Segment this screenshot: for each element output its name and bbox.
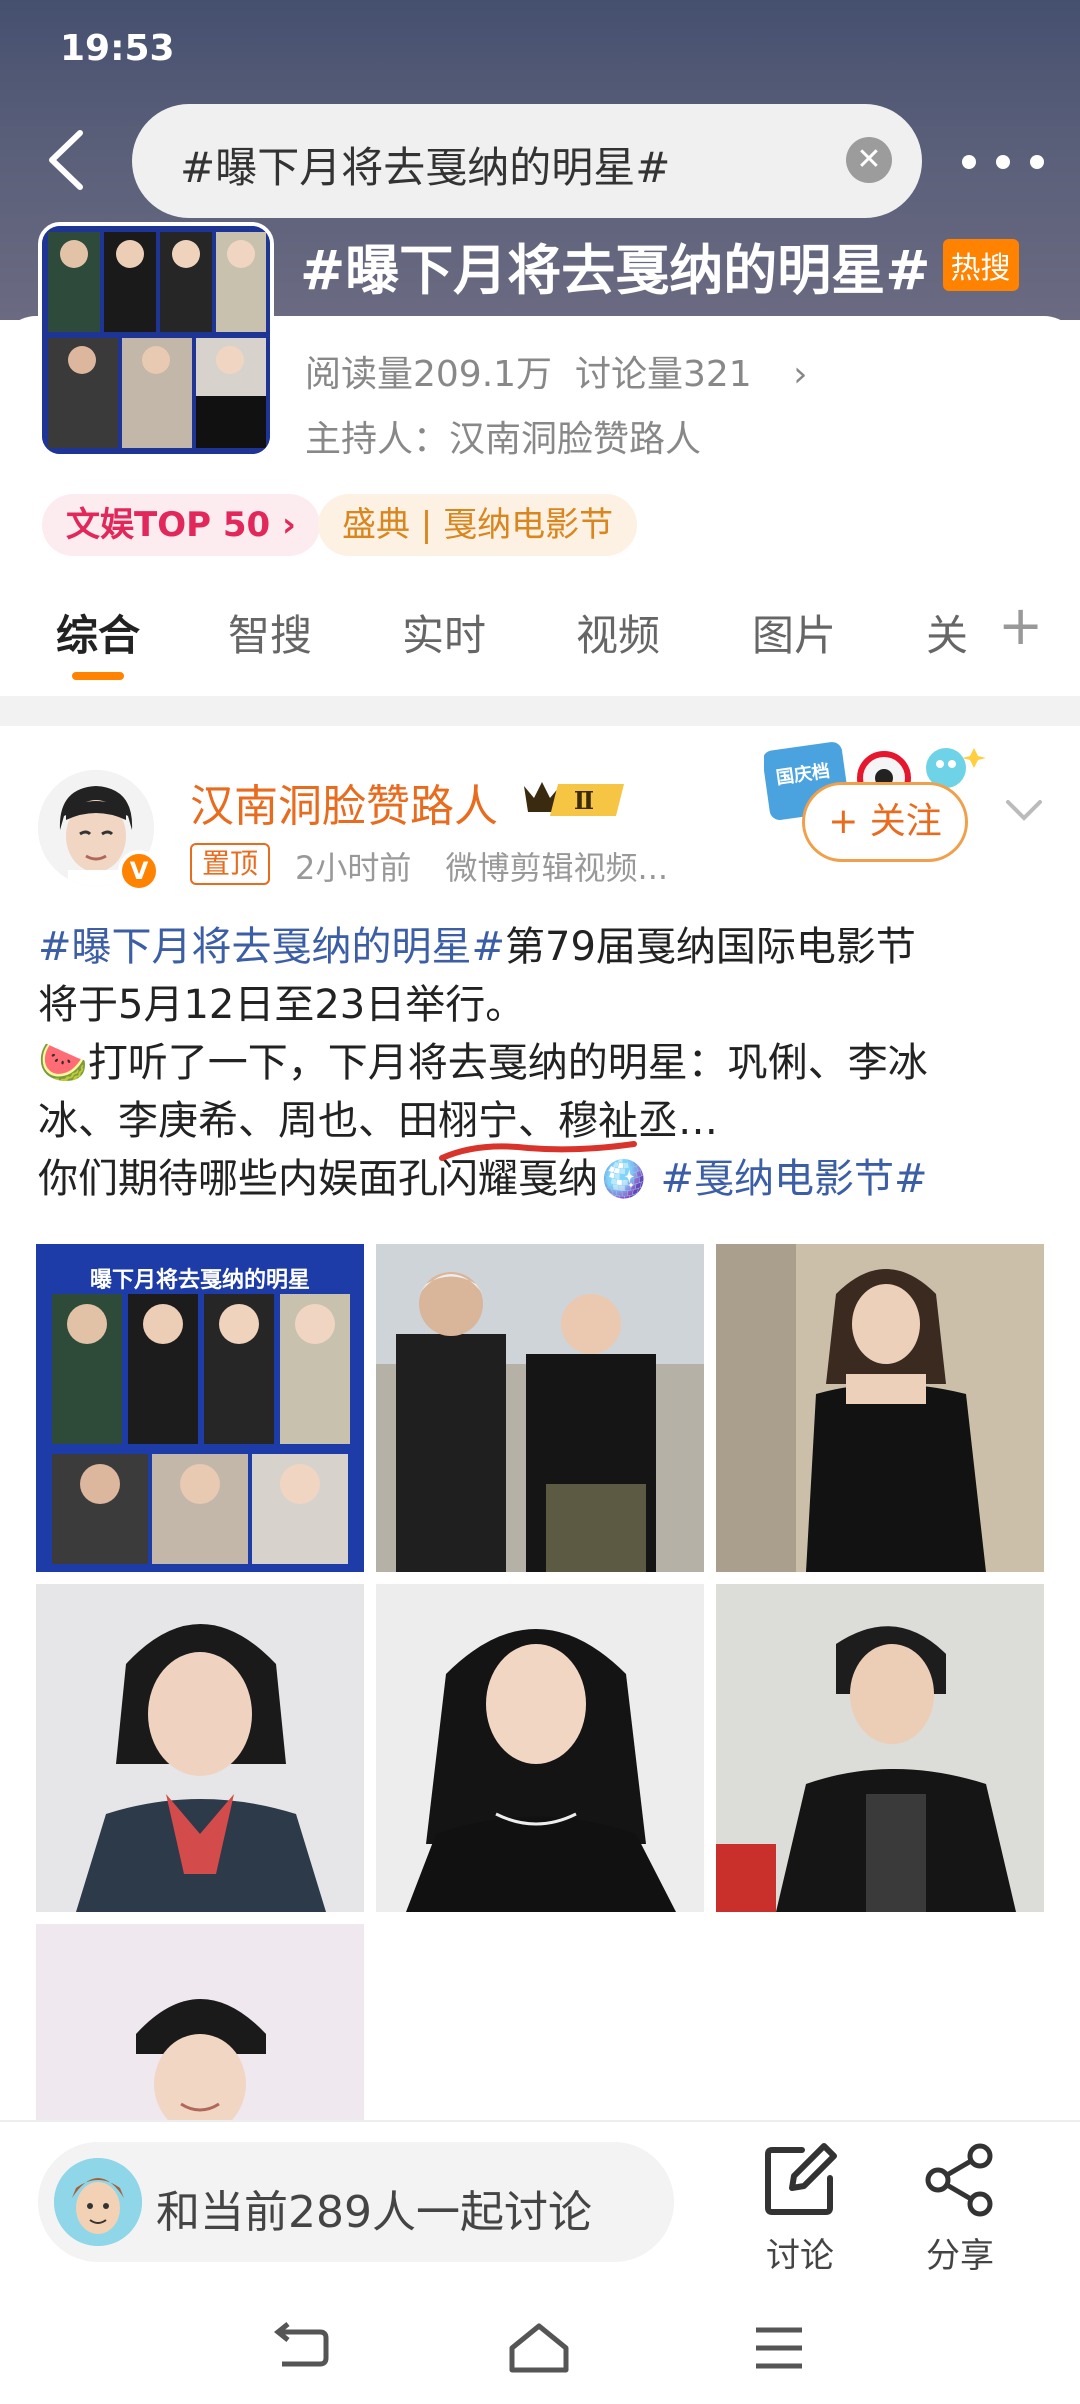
nav-home-button[interactable] (504, 2320, 574, 2376)
post-text-line: 🍉打听了一下，下月将去戛纳的明星：巩俐、李冰 (38, 1040, 928, 1086)
red-underline-scribble (439, 1141, 637, 1161)
discuss-button[interactable]: 讨论 (740, 2142, 860, 2277)
post-image-1[interactable]: 曝下月将去戛纳的明星 (36, 1244, 364, 1572)
tag-entertainment-top50[interactable]: 文娱TOP 50 › (42, 494, 321, 556)
verified-badge-icon: V (118, 850, 160, 892)
topic-stats[interactable]: 阅读量209.1万 讨论量321 › (305, 345, 808, 397)
clear-search-button[interactable]: ✕ (846, 137, 892, 183)
chevron-right-icon: › (793, 354, 808, 395)
post-image-4[interactable] (36, 1584, 364, 1912)
photo-portrait-short-hair-icon (36, 1584, 364, 1912)
edit-icon (765, 2143, 837, 2215)
svg-text:Ⅱ: Ⅱ (574, 786, 594, 815)
tab-smart-search[interactable]: 智搜 (228, 602, 312, 663)
photo-portrait-long-hair-icon (376, 1584, 704, 1912)
share-button[interactable]: 分享 (900, 2142, 1020, 2277)
post-image-2[interactable] (376, 1244, 704, 1572)
post-image-3[interactable] (716, 1244, 1044, 1572)
bottom-action-bar: 和当前289人一起讨论 讨论 分享 (0, 2120, 1080, 2290)
tab-realtime[interactable]: 实时 (402, 602, 486, 663)
tab-images[interactable]: 图片 (752, 602, 836, 663)
back-gesture-icon (273, 2322, 329, 2367)
add-tab-button[interactable]: + (998, 594, 1043, 657)
chevron-down-icon (1006, 800, 1042, 821)
active-tab-indicator (72, 672, 124, 680)
post-text-line: 将于5月12日至23日举行。 (38, 982, 526, 1028)
discussion-prompt: 和当前289人一起讨论 (156, 2187, 592, 2238)
hashtag-link[interactable]: #曝下月将去戛纳的明星# (38, 924, 505, 970)
join-discussion-input[interactable]: 和当前289人一起讨论 (38, 2142, 674, 2262)
topic-stats-text: 阅读量209.1万 讨论量321 (305, 354, 752, 395)
post-time: 2小时前 (295, 849, 412, 887)
nav-menu-button[interactable] (744, 2320, 814, 2376)
nav-back-button[interactable] (266, 2320, 336, 2376)
more-dots-icon (962, 155, 976, 169)
more-options-button[interactable] (962, 135, 1072, 185)
search-query: #曝下月将去戛纳的明星# (180, 143, 671, 192)
share-label: 分享 (926, 2236, 994, 2276)
section-divider (0, 696, 1080, 726)
post-source: 微博剪辑视频... (445, 849, 669, 887)
post-image-5[interactable] (376, 1584, 704, 1912)
post-text-line: #曝下月将去戛纳的明星#第79届戛纳国际电影节 (38, 924, 916, 970)
topic-cover-image[interactable] (38, 222, 274, 458)
menu-icon (756, 2327, 802, 2369)
author-name[interactable]: 汉南洞脸赞路人 (190, 770, 498, 834)
hot-search-badge: 热搜 (942, 239, 1019, 291)
poster-collage-icon (52, 1294, 350, 1564)
post-options-button[interactable] (1000, 786, 1048, 834)
photo-portrait-smile-icon (36, 1924, 364, 2124)
post-meta: 2小时前 微博剪辑视频... (295, 843, 668, 889)
pinned-badge: 置顶 (190, 843, 271, 885)
home-icon (509, 2323, 569, 2373)
topic-title-row: #曝下月将去戛纳的明星# 热搜 (300, 230, 1019, 302)
arrow-left-icon (49, 130, 83, 190)
search-input[interactable]: #曝下月将去戛纳的明星# ✕ (132, 104, 922, 218)
post-image-7[interactable] (36, 1924, 364, 2124)
avatar-cartoon-icon (54, 2158, 142, 2246)
photo-woman-black-dress-icon (716, 1244, 1044, 1572)
follow-button[interactable]: + 关注 (802, 782, 968, 862)
post-image-6[interactable] (716, 1584, 1044, 1912)
tab-video[interactable]: 视频 (576, 602, 660, 663)
photo-portrait-jacket-icon (716, 1584, 1044, 1912)
discuss-label: 讨论 (766, 2236, 834, 2276)
tab-related[interactable]: 关 (926, 602, 968, 663)
close-icon: ✕ (856, 142, 882, 177)
tab-bar: 综合 智搜 实时 视频 图片 关 + (0, 590, 1080, 680)
share-icon (925, 2143, 993, 2217)
system-navigation-bar (0, 2290, 1080, 2404)
member-crown-icon: Ⅱ (524, 782, 624, 816)
tab-comprehensive[interactable]: 综合 (56, 602, 140, 663)
hashtag-link[interactable]: #戛纳电影节# (661, 1156, 928, 1202)
watermelon-emoji-icon: 🍉 (38, 1040, 88, 1086)
photo-couple-icon (376, 1244, 704, 1572)
back-button[interactable] (40, 125, 96, 195)
status-bar-time: 19:53 (60, 28, 175, 69)
cover-collage-icon (42, 226, 270, 454)
user-avatar (54, 2158, 142, 2246)
topic-host: 主持人：汉南洞脸赞路人 (305, 419, 702, 460)
tag-cannes-festival[interactable]: 盛典 | 戛纳电影节 (318, 494, 638, 556)
topic-title: #曝下月将去戛纳的明星# (300, 238, 931, 302)
